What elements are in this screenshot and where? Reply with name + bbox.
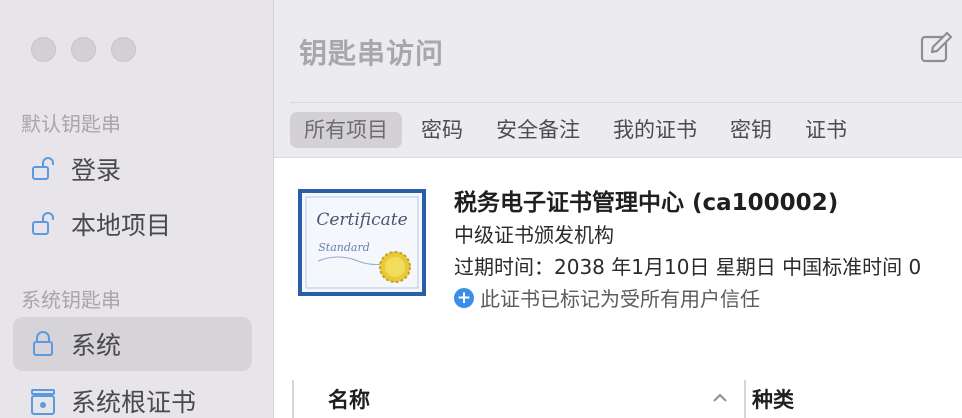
sidebar-item-label: 系统 bbox=[71, 331, 122, 360]
close-window-button[interactable] bbox=[31, 37, 56, 62]
sidebar-item-label: 系统根证书 bbox=[71, 388, 197, 417]
window-controls bbox=[31, 37, 136, 62]
section-system-keychains: 系统钥匙串 bbox=[21, 288, 121, 312]
chevron-up-icon[interactable] bbox=[710, 388, 730, 408]
compose-icon[interactable] bbox=[919, 31, 953, 65]
column-header-name[interactable]: 名称 bbox=[328, 384, 370, 414]
tab-passwords[interactable]: 密码 bbox=[407, 112, 477, 148]
sidebar: 默认钥匙串 登录 本地项目 系统钥匙串 系统 系统根证书 bbox=[0, 0, 274, 418]
section-default-keychains: 默认钥匙串 bbox=[21, 112, 121, 136]
cabinet-lock-icon bbox=[29, 386, 57, 416]
certificate-image-title: Certificate bbox=[316, 210, 407, 230]
column-separator[interactable] bbox=[744, 380, 746, 418]
plus-circle-icon: + bbox=[454, 287, 474, 308]
zoom-window-button[interactable] bbox=[111, 37, 136, 62]
sidebar-item-label: 本地项目 bbox=[71, 211, 172, 240]
tab-keys[interactable]: 密钥 bbox=[716, 112, 786, 148]
minimize-window-button[interactable] bbox=[71, 37, 96, 62]
sidebar-item-label: 登录 bbox=[71, 156, 122, 185]
trust-text: 此证书已标记为受所有用户信任 bbox=[480, 287, 760, 311]
sidebar-item-system[interactable]: 系统 bbox=[13, 317, 252, 371]
tab-secure-notes[interactable]: 安全备注 bbox=[482, 112, 594, 148]
tab-all-items[interactable]: 所有项目 bbox=[290, 112, 402, 148]
window-title: 钥匙串访问 bbox=[299, 37, 445, 70]
toolbar: 钥匙串访问 所有项目 密码 安全备注 我的证书 密钥 证书 bbox=[274, 0, 962, 158]
certificate-trust-status: + 此证书已标记为受所有用户信任 bbox=[454, 283, 760, 312]
certificate-image: Certificate Standard bbox=[298, 189, 426, 296]
certificate-expiry: 过期时间：2038 年1月10日 星期日 中国标准时间 0 bbox=[454, 255, 922, 279]
tab-certificates[interactable]: 证书 bbox=[791, 112, 861, 148]
sidebar-item-system-roots[interactable]: 系统根证书 bbox=[13, 374, 252, 418]
column-header-kind[interactable]: 种类 bbox=[752, 384, 794, 414]
certificate-issuer: 中级证书颁发机构 bbox=[454, 223, 614, 247]
certificate-image-subtitle: Standard bbox=[318, 241, 370, 254]
tab-my-certificates[interactable]: 我的证书 bbox=[599, 112, 711, 148]
main-panel: 钥匙串访问 所有项目 密码 安全备注 我的证书 密钥 证书 Certificat… bbox=[274, 0, 962, 418]
toolbar-divider bbox=[290, 102, 962, 103]
certificate-name: 税务电子证书管理中心 (ca100002) bbox=[454, 190, 839, 216]
certificate-detail: Certificate Standard 税务电子证书管理中心 (ca10000… bbox=[274, 158, 962, 418]
column-separator bbox=[292, 380, 294, 418]
unlocked-padlock-icon bbox=[29, 154, 57, 184]
sidebar-item-local-items[interactable]: 本地项目 bbox=[13, 197, 252, 251]
locked-padlock-icon bbox=[29, 329, 57, 359]
category-tabs: 所有项目 密码 安全备注 我的证书 密钥 证书 bbox=[290, 112, 866, 148]
unlocked-padlock-icon bbox=[29, 209, 57, 239]
sidebar-item-login[interactable]: 登录 bbox=[13, 142, 252, 196]
